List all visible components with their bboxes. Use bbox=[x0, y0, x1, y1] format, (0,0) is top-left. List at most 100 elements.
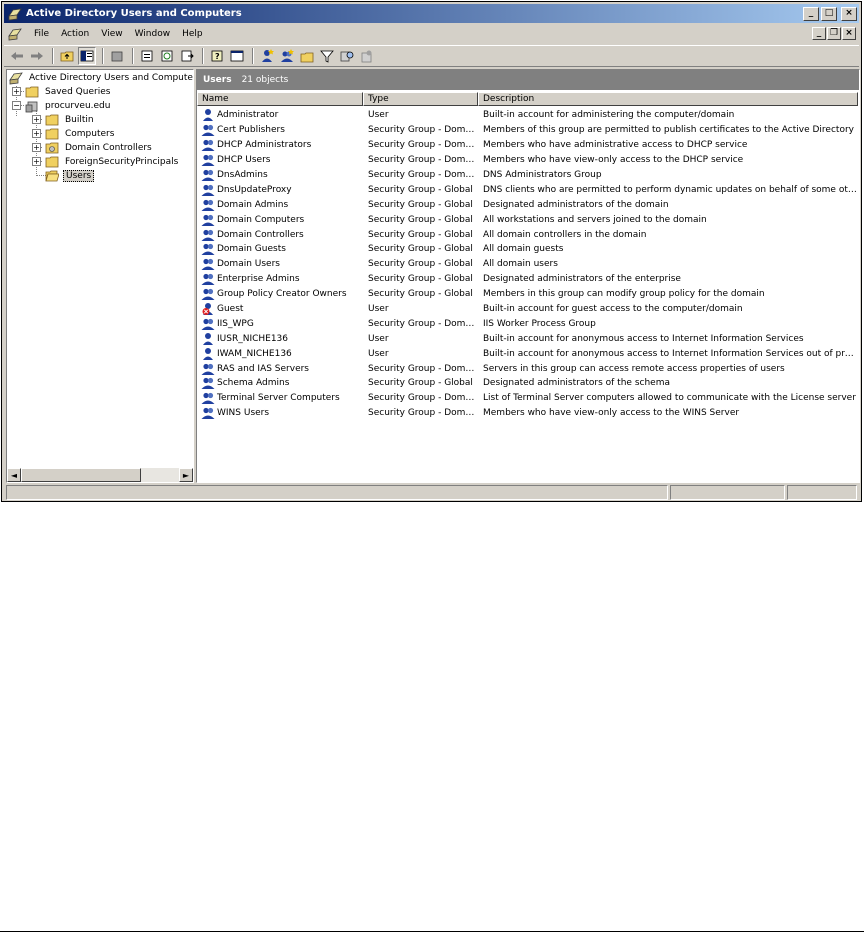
expand-saved-queries[interactable]: + bbox=[12, 87, 21, 96]
object-list: Administrator User Built-in account for ad… bbox=[197, 108, 859, 421]
tree-item-foreign-security-principals[interactable]: ForeignSecurityPrincipals bbox=[45, 155, 180, 169]
new-user-icon[interactable] bbox=[258, 47, 276, 65]
forward-arrow-icon[interactable] bbox=[28, 47, 46, 65]
cell-name: IUSR_NICHE136 bbox=[197, 332, 363, 346]
show-hide-tree-icon[interactable] bbox=[78, 47, 96, 65]
filter-icon[interactable] bbox=[318, 47, 336, 65]
tree-root[interactable]: Active Directory Users and Computers bbox=[9, 71, 193, 85]
table-row[interactable]: Domain Admins Security Group - Global Desi… bbox=[197, 197, 859, 212]
table-row[interactable]: Terminal Server Computers Security Group … bbox=[197, 391, 859, 406]
object-name: DHCP Administrators bbox=[217, 140, 312, 151]
column-header-type[interactable]: Type bbox=[363, 92, 478, 106]
menu-file[interactable]: File bbox=[28, 29, 55, 39]
help-icon[interactable]: ? bbox=[208, 47, 226, 65]
tree-item-computers[interactable]: Computers bbox=[45, 127, 116, 141]
tree-item-saved-queries[interactable]: Saved Queries bbox=[25, 85, 112, 99]
new-group-icon[interactable] bbox=[278, 47, 296, 65]
tree-horizontal-scrollbar[interactable]: ◄ ► bbox=[7, 468, 193, 482]
table-row[interactable]: IWAM_NICHE136 User Built-in account for an… bbox=[197, 346, 859, 361]
table-row[interactable]: Group Policy Creator Owners Security Grou… bbox=[197, 287, 859, 302]
find-icon[interactable] bbox=[338, 47, 356, 65]
table-row[interactable]: DHCP Users Security Group - Doma... Member… bbox=[197, 153, 859, 168]
mdi-restore-button[interactable]: ❐ bbox=[827, 27, 841, 40]
menu-bar: File Action View Window Help _ ❐ × bbox=[4, 24, 859, 44]
table-row[interactable]: Enterprise Admins Security Group - Global… bbox=[197, 272, 859, 287]
cell-name: Domain Guests bbox=[197, 242, 363, 256]
table-row[interactable]: Cert Publishers Security Group - Doma... M… bbox=[197, 123, 859, 138]
table-row[interactable]: Domain Users Security Group - Global All d… bbox=[197, 257, 859, 272]
mdi-minimize-button[interactable]: _ bbox=[812, 27, 826, 40]
table-row[interactable]: Domain Controllers Security Group - Globa… bbox=[197, 227, 859, 242]
refresh-icon[interactable] bbox=[158, 47, 176, 65]
add-to-group-icon[interactable] bbox=[358, 47, 376, 65]
export-list-icon[interactable] bbox=[178, 47, 196, 65]
cell-name: DnsUpdateProxy bbox=[197, 183, 363, 197]
mdi-close-button[interactable]: × bbox=[842, 27, 856, 40]
table-row[interactable]: Schema Admins Security Group - Global Desi… bbox=[197, 376, 859, 391]
delete-icon[interactable] bbox=[108, 47, 126, 65]
tree-item-domain-controllers[interactable]: Domain Controllers bbox=[45, 141, 154, 155]
table-row[interactable]: DHCP Administrators Security Group - Doma… bbox=[197, 138, 859, 153]
up-folder-icon[interactable] bbox=[58, 47, 76, 65]
details-pane[interactable]: Users 21 objects Name Type Description A… bbox=[196, 69, 860, 483]
window-title: Active Directory Users and Computers bbox=[26, 8, 242, 19]
console-icon[interactable] bbox=[228, 47, 246, 65]
title-bar[interactable]: Active Directory Users and Computers _ □… bbox=[4, 4, 859, 23]
table-row[interactable]: IUSR_NICHE136 User Built-in account for an… bbox=[197, 331, 859, 346]
scroll-thumb[interactable] bbox=[21, 468, 141, 482]
console-tree-pane[interactable]: Active Directory Users and Computers + S… bbox=[6, 69, 194, 483]
cell-type: Security Group - Doma... bbox=[368, 125, 478, 136]
table-row[interactable]: Domain Computers Security Group - Global A… bbox=[197, 212, 859, 227]
status-cell-main bbox=[6, 485, 668, 500]
status-bar bbox=[6, 485, 859, 500]
cell-name: DnsAdmins bbox=[197, 168, 363, 182]
tree-item-users[interactable]: Users bbox=[45, 169, 95, 183]
toolbar-separator bbox=[202, 48, 204, 64]
menu-window[interactable]: Window bbox=[129, 29, 177, 39]
table-row[interactable]: Domain Guests Security Group - Global All … bbox=[197, 242, 859, 257]
properties-icon[interactable] bbox=[138, 47, 156, 65]
table-row[interactable]: Guest User Built-in account for guest acce… bbox=[197, 302, 859, 317]
tree-item-builtin[interactable]: Builtin bbox=[45, 113, 96, 127]
expand-domain-controllers[interactable]: + bbox=[32, 143, 41, 152]
menu-action[interactable]: Action bbox=[55, 29, 95, 39]
collapse-domain[interactable]: − bbox=[12, 101, 21, 110]
expand-computers[interactable]: + bbox=[32, 129, 41, 138]
new-ou-icon[interactable] bbox=[298, 47, 316, 65]
table-row[interactable]: DnsUpdateProxy Security Group - Global DNS… bbox=[197, 182, 859, 197]
expand-foreign-security-principals[interactable]: + bbox=[32, 157, 41, 166]
object-name: RAS and IAS Servers bbox=[217, 363, 309, 374]
cell-description: Members who have view-only access to the… bbox=[483, 155, 744, 166]
table-row[interactable]: RAS and IAS Servers Security Group - Doma… bbox=[197, 361, 859, 376]
user-icon bbox=[201, 347, 215, 361]
table-row[interactable]: Administrator User Built-in account for ad… bbox=[197, 108, 859, 123]
scroll-right-button[interactable]: ► bbox=[179, 468, 193, 482]
console-menu-icon[interactable] bbox=[8, 27, 22, 41]
toolbar-separator bbox=[132, 48, 134, 64]
group-icon bbox=[201, 123, 215, 137]
cell-type: Security Group - Global bbox=[368, 199, 473, 210]
scroll-left-button[interactable]: ◄ bbox=[7, 468, 21, 482]
back-arrow-icon[interactable] bbox=[8, 47, 26, 65]
object-count: 21 objects bbox=[241, 75, 289, 85]
table-row[interactable]: WINS Users Security Group - Doma... Member… bbox=[197, 406, 859, 421]
table-row[interactable]: IIS_WPG Security Group - Doma... IIS Worke… bbox=[197, 316, 859, 331]
tree-item-domain[interactable]: procurveu.edu bbox=[25, 99, 112, 113]
cell-description: All workstations and servers joined to t… bbox=[483, 214, 707, 225]
cell-description: All domain users bbox=[483, 259, 558, 270]
cell-type: Security Group - Doma... bbox=[368, 393, 478, 404]
cell-name: Terminal Server Computers bbox=[197, 391, 363, 405]
maximize-button[interactable]: □ bbox=[821, 6, 837, 21]
minimize-button[interactable]: _ bbox=[803, 6, 819, 21]
expand-builtin[interactable]: + bbox=[32, 115, 41, 124]
svg-text:?: ? bbox=[215, 52, 220, 61]
table-row[interactable]: DnsAdmins Security Group - Doma... DNS Adm… bbox=[197, 168, 859, 183]
cell-description: IIS Worker Process Group bbox=[483, 318, 596, 329]
column-header-name[interactable]: Name bbox=[197, 92, 363, 106]
folder-icon bbox=[25, 85, 41, 99]
column-header-description[interactable]: Description bbox=[478, 92, 858, 106]
menu-help[interactable]: Help bbox=[176, 29, 209, 39]
menu-view[interactable]: View bbox=[95, 29, 128, 39]
object-name: IIS_WPG bbox=[217, 318, 254, 329]
close-button[interactable]: × bbox=[841, 6, 857, 21]
